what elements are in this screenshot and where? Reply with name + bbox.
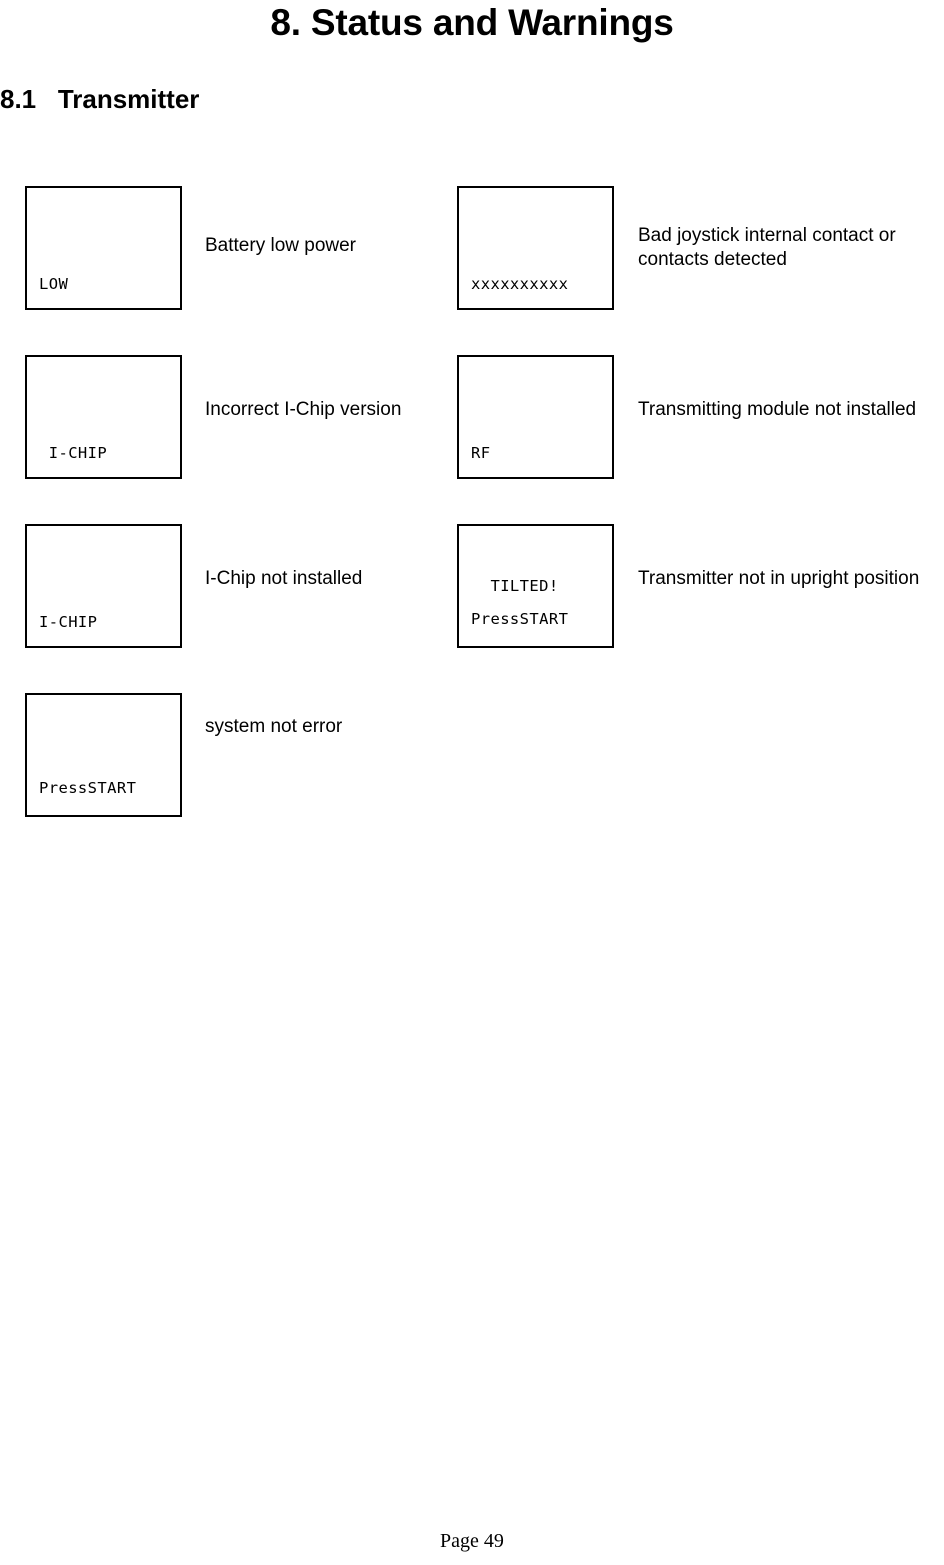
panel-row: I-CHIP NOT MATCH Incorrect I-Chip versio… [0, 355, 944, 524]
lcd-display: I-CHIP NOT CONNECT [25, 524, 182, 648]
lcd-line [27, 739, 180, 772]
lcd-line: xxxxxxxxxx [471, 275, 569, 293]
lcd-display: xxxxxxxxxx LYX xx RYX JAMMED [457, 186, 614, 310]
status-panel-joystick-jammed: xxxxxxxxxx LYX xx RYX JAMMED Bad joystic… [457, 186, 944, 310]
lcd-display: I-CHIP NOT MATCH [25, 355, 182, 479]
status-panel-tilted: TILTED! PressSTART Transmitter not in up… [457, 524, 944, 648]
page-number-footer: Page 49 [440, 1530, 504, 1552]
lcd-line: I-CHIP [39, 444, 108, 462]
status-panel-press-start: PressSTART system not error [25, 693, 440, 817]
panel-row: I-CHIP NOT CONNECT I-Chip not installed … [0, 524, 944, 693]
page-title: 8. Status and Warnings [270, 2, 674, 43]
section-heading: 8.1 Transmitter [0, 84, 200, 114]
status-caption: Transmitter not in upright position [638, 568, 920, 589]
lcd-line: I-CHIP [39, 613, 98, 631]
lcd-display: PressSTART [25, 693, 182, 817]
lcd-line: RF [471, 444, 491, 462]
panel-row: PressSTART system not error [0, 693, 944, 862]
status-panel-ichip-not-match: I-CHIP NOT MATCH Incorrect I-Chip versio… [25, 355, 440, 479]
panel-row: LOW BATTERY Battery low power xxxxxxxxxx… [0, 186, 944, 355]
lcd-display: RF NOT CONNECT [457, 355, 614, 479]
lcd-display: LOW BATTERY [25, 186, 182, 310]
status-caption: Incorrect I-Chip version [205, 399, 402, 420]
lcd-display: TILTED! PressSTART [457, 524, 614, 648]
lcd-line [27, 706, 180, 739]
status-panel-low-battery: LOW BATTERY Battery low power [25, 186, 440, 310]
status-caption: system not error [205, 716, 343, 737]
status-panel-rf-not-connect: RF NOT CONNECT Transmitting module not i… [457, 355, 944, 479]
status-caption: I-Chip not installed [205, 568, 363, 589]
lcd-line: PressSTART [39, 779, 137, 797]
lcd-line: LOW [39, 275, 69, 293]
status-caption: Bad joystick internal contact or contact… [638, 225, 896, 270]
status-panel-grid: LOW BATTERY Battery low power xxxxxxxxxx… [0, 186, 944, 862]
lcd-line [459, 537, 612, 570]
lcd-line: TILTED! [471, 577, 559, 595]
status-caption: Battery low power [205, 235, 357, 256]
status-caption: Transmitting module not installed [638, 399, 917, 420]
status-panel-ichip-not-connect: I-CHIP NOT CONNECT I-Chip not installed [25, 524, 440, 648]
lcd-line: PressSTART [471, 610, 569, 628]
